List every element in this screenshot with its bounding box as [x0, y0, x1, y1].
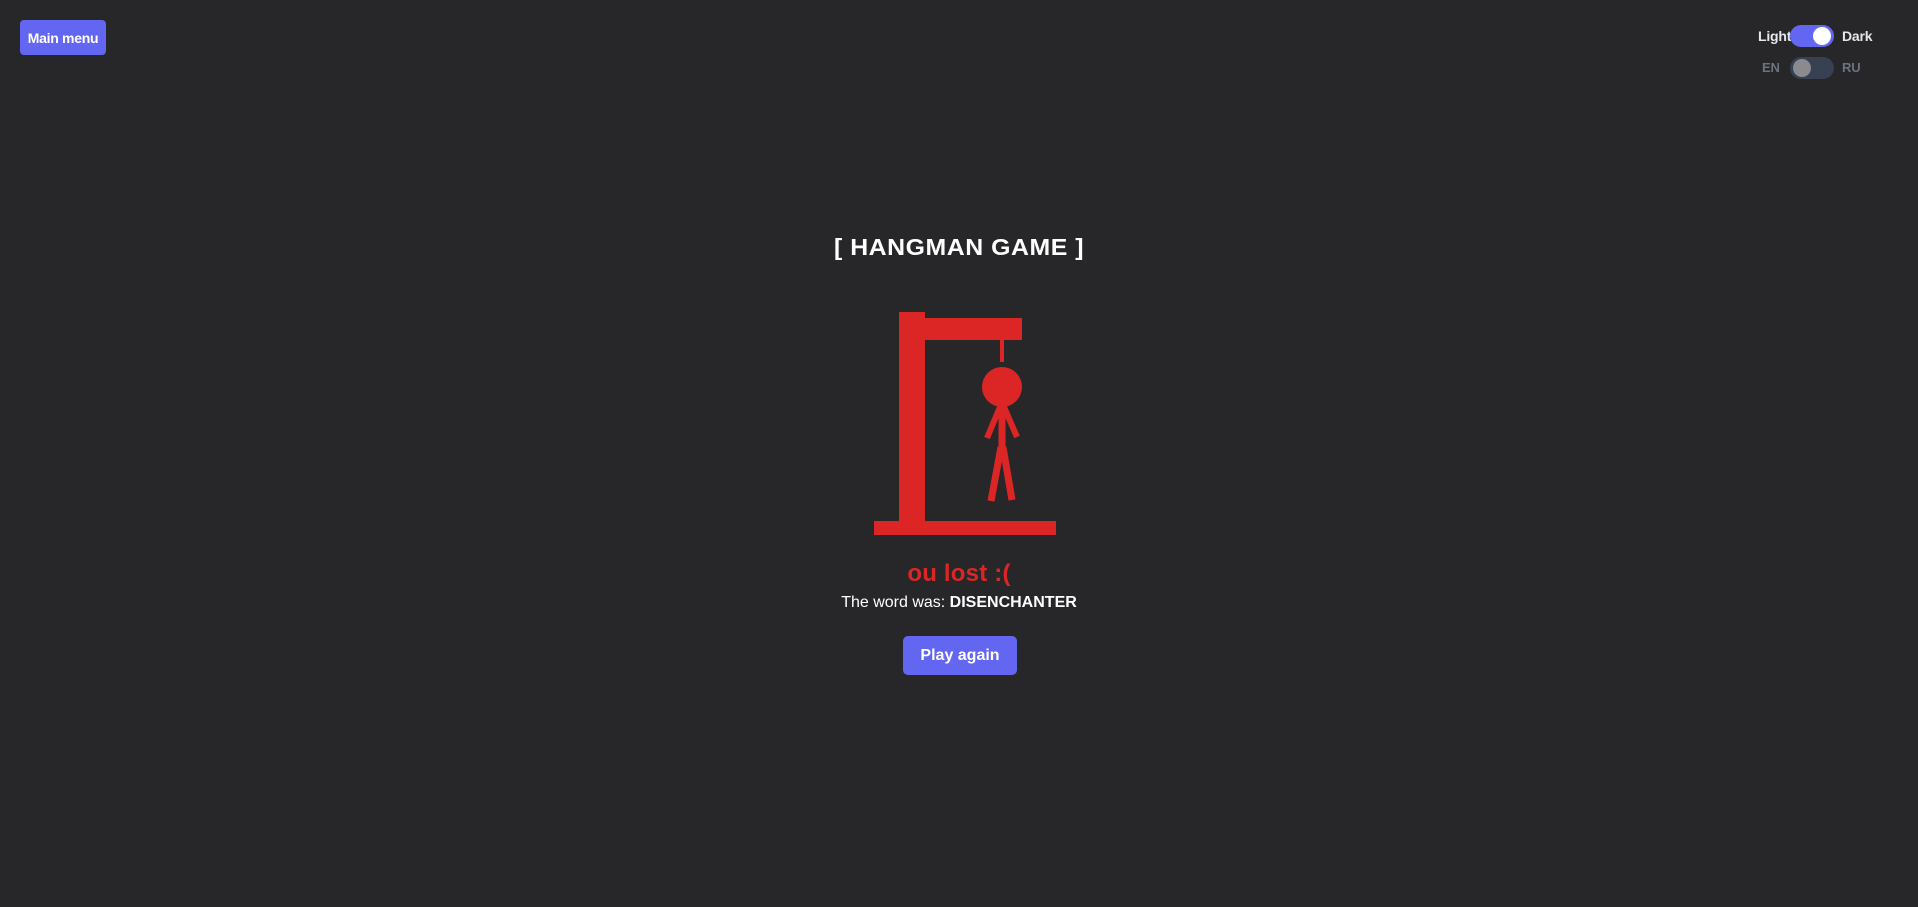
hangman-right-arm [1001, 405, 1020, 439]
hangman-right-leg [999, 446, 1016, 501]
language-ru-label: RU [1842, 60, 1861, 75]
hangman-left-arm [984, 405, 1003, 440]
gallows-beam [899, 318, 1022, 340]
theme-switch-knob [1813, 27, 1831, 45]
play-again-button[interactable]: Play again [903, 636, 1017, 675]
language-switch-knob [1793, 59, 1811, 77]
hangman-head [982, 367, 1022, 407]
gallows-rope [1000, 338, 1004, 362]
word-prefix: The word was: [841, 594, 950, 611]
hangman-drawing [874, 312, 1056, 535]
language-en-label: EN [1762, 60, 1780, 75]
gallows-post [899, 312, 925, 526]
game-title: [ HANGMAN GAME ] [833, 234, 1085, 260]
theme-dark-label: Dark [1842, 28, 1873, 44]
settings-toggles: Light Dark EN RU [1758, 24, 1918, 84]
theme-light-label: Light [1758, 28, 1792, 44]
language-toggle-row: EN RU [1758, 56, 1918, 80]
revealed-word: DISENCHANTER [949, 594, 1077, 611]
language-switch[interactable] [1790, 57, 1834, 79]
revealed-word-line: The word was: DISENCHANTER [0, 594, 1918, 612]
theme-toggle-row: Light Dark [1758, 24, 1918, 48]
hangman-left-leg [987, 446, 1005, 502]
main-menu-button[interactable]: Main menu [20, 20, 106, 55]
result-message: ou lost :( [907, 560, 1011, 587]
theme-switch[interactable] [1790, 25, 1834, 47]
